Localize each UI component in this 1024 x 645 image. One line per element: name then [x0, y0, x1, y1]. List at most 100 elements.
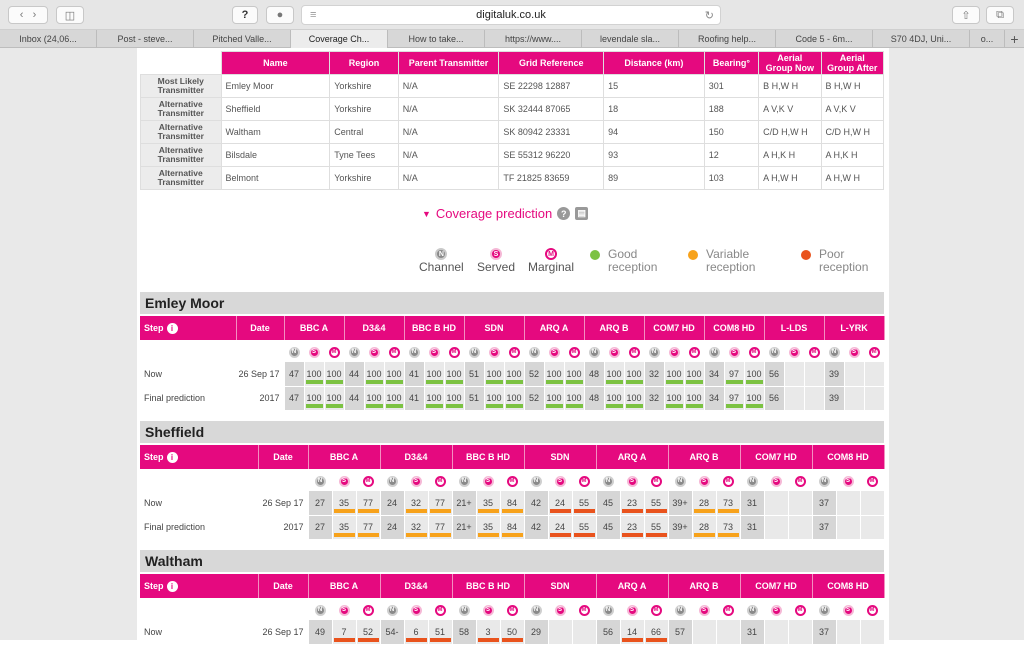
mux-header: D3&4 [380, 574, 453, 598]
transmitter-type: Alternative Transmitter [140, 143, 222, 167]
cell-value: 100 [386, 368, 402, 379]
reception-bar [565, 379, 583, 384]
browser-tab[interactable]: Inbox (24,06... [0, 30, 97, 48]
signal-cell: 35 [476, 491, 501, 516]
browser-tab[interactable]: Roofing help... [679, 30, 776, 48]
channel-cell: 27 [308, 515, 333, 540]
info-icon[interactable]: i [166, 580, 178, 592]
sidebar-icon[interactable]: ◫ [56, 6, 84, 24]
icon-cell: S [692, 598, 717, 620]
browser-tab[interactable]: Pitched Valle... [194, 30, 291, 48]
reception-bar [605, 403, 623, 408]
reader-icon[interactable]: ≡ [310, 9, 316, 21]
tabs-overview-icon[interactable]: ⧉ [986, 6, 1014, 24]
browser-tab[interactable]: S70 4DJ, Uni... [873, 30, 970, 48]
signal-cell: 51 [428, 620, 453, 645]
icon-cell: N [524, 598, 549, 620]
signal-cell: 100 [604, 362, 625, 387]
channel-icon: N [468, 346, 480, 358]
mux-header: ARQ A [524, 316, 585, 340]
info-icon[interactable]: i [166, 451, 178, 463]
cell-value: 55 [651, 497, 662, 508]
cell-value: 44 [349, 393, 360, 403]
signal-cell: 100 [424, 386, 445, 411]
icon-cell: M [644, 598, 669, 620]
cell-value: 54- [385, 626, 399, 637]
mux-header: BBC B HD [452, 445, 525, 469]
transmitter-header: Name [220, 51, 331, 75]
mux-header-row: Step i Date BBC A D3&4 BBC B HD SDN ARQ A ARQ BC… [140, 445, 885, 469]
signal-cell: 35 [332, 515, 357, 540]
cell-value: 32 [411, 522, 422, 532]
coverage-prediction-toggle[interactable]: ▼ Coverage prediction ? ▤ [422, 206, 589, 221]
signal-cell: 100 [304, 362, 325, 387]
reception-bar [549, 532, 571, 537]
signal-cell [860, 620, 885, 645]
cell-value: 100 [666, 393, 682, 403]
date-header: Date [236, 316, 285, 340]
browser-tab[interactable]: How to take... [388, 30, 485, 48]
address-bar[interactable]: ≡ digitaluk.co.uk ↻ [301, 5, 721, 25]
channel-cell: 54- [380, 620, 405, 645]
channel-icon: N [314, 475, 326, 487]
browser-tab[interactable]: o... [970, 30, 1005, 48]
transmitter-cell: 15 [603, 74, 705, 98]
signal-cell: 32 [404, 491, 429, 516]
icon-cell: S [836, 598, 861, 620]
channel-cell: 51 [464, 386, 485, 411]
mux-header: SDN [524, 445, 597, 469]
page-scrollbar[interactable] [884, 48, 891, 640]
signal-cell: 97 [724, 362, 745, 387]
icon-cell: M [744, 340, 765, 362]
step-label: Step [144, 322, 164, 333]
cell-value: 34 [709, 368, 720, 379]
transmitter-header-row: Name Region Parent Transmitter Grid Referen… [140, 51, 885, 75]
cell-value: 100 [606, 368, 622, 379]
transmitter-cell: A H,W H [758, 166, 822, 190]
reload-icon[interactable]: ↻ [705, 9, 714, 22]
browser-tab[interactable]: Coverage Ch... [291, 30, 388, 48]
legend-channel-label: Channel [419, 260, 464, 274]
extension-icon[interactable]: ● [266, 6, 294, 24]
signal-cell: 100 [444, 362, 465, 387]
marginal-icon: M [748, 346, 760, 358]
transmitter-cell: 18 [603, 97, 705, 121]
cell-value: 42 [531, 497, 542, 508]
help-icon[interactable]: ? [557, 207, 571, 220]
legend-variable: Variable reception [688, 248, 771, 274]
new-tab-button[interactable]: + [1005, 30, 1024, 47]
transmitter-cell: Belmont [220, 166, 331, 190]
info-icon[interactable]: i [166, 322, 178, 334]
cell-value: 39 [829, 368, 840, 379]
channel-cell: 44 [344, 362, 365, 387]
transmitter-cell: Bilsdale [220, 143, 331, 167]
reception-bar [405, 532, 427, 537]
channel-icon: N [588, 346, 600, 358]
cell-value: 6 [413, 626, 419, 637]
icon-cell: N [452, 469, 477, 491]
transmitter-cell: N/A [397, 120, 500, 144]
marginal-icon: M [794, 475, 806, 487]
served-icon: S [848, 346, 860, 358]
marginal-icon: M [506, 475, 518, 487]
signal-cell: 100 [744, 362, 765, 387]
browser-tab[interactable]: Code 5 - 6m... [776, 30, 873, 48]
mux-header: ARQ A [596, 445, 669, 469]
date-header: Date [258, 445, 309, 469]
channel-icon: N [674, 604, 686, 616]
back-forward-buttons[interactable]: ‹ › [8, 6, 48, 24]
icon-cell: S [548, 469, 573, 491]
share-icon[interactable]: ⇧ [952, 6, 980, 24]
browser-tab[interactable]: Post - steve... [97, 30, 194, 48]
browser-tab[interactable]: levendale sla... [582, 30, 679, 48]
cell-value: 50 [507, 626, 518, 637]
transmitter-row: Alternative Transmitter Sheffield Yorkshir… [140, 97, 885, 121]
served-icon: S [842, 604, 854, 616]
print-icon[interactable]: ▤ [575, 207, 589, 220]
browser-tab[interactable]: https://www.... [485, 30, 582, 48]
reception-bar [645, 532, 667, 537]
help-extension-icon[interactable]: ? [232, 6, 258, 24]
signal-cell: 97 [724, 386, 745, 411]
signal-cell: 100 [544, 386, 565, 411]
date-header: Date [258, 574, 309, 598]
